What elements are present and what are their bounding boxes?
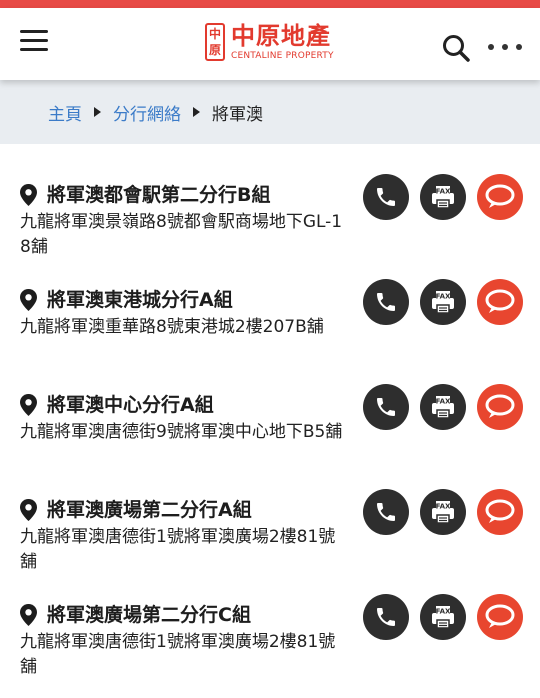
branch-address: 九龍將軍澳唐德街9號將軍澳中心地下B5舖 <box>20 422 343 442</box>
branch-item: 將軍澳都會駅第二分行B組 九龍將軍澳景嶺路8號都會駅商場地下GL-18舖 FAX <box>0 174 540 287</box>
branch-address: 九龍將軍澳唐德街1號將軍澳廣場2樓81號舖 <box>20 632 336 677</box>
branch-address: 九龍將軍澳重華路8號東港城2樓207B舖 <box>20 317 324 337</box>
app-header: 中原 中原地產 CENTALINE PROPERTY <box>0 8 540 80</box>
breadcrumb-branch-network[interactable]: 分行網絡 <box>113 100 181 125</box>
fax-icon[interactable]: FAX <box>420 174 466 220</box>
breadcrumb-home[interactable]: 主頁 <box>48 100 82 125</box>
breadcrumb-arrow-icon <box>94 107 101 117</box>
menu-icon[interactable] <box>20 30 48 54</box>
branch-name[interactable]: 將軍澳廣場第二分行C組 <box>47 602 251 628</box>
chat-icon[interactable] <box>477 594 523 640</box>
branch-name[interactable]: 將軍澳都會駅第二分行B組 <box>47 182 270 208</box>
phone-icon[interactable] <box>363 174 409 220</box>
svg-text:FAX: FAX <box>436 187 451 195</box>
logo-english-name: CENTALINE PROPERTY <box>231 51 334 61</box>
svg-text:FAX: FAX <box>436 607 451 615</box>
location-pin-icon <box>20 394 37 416</box>
chat-icon[interactable] <box>477 174 523 220</box>
top-accent-bar <box>0 0 540 8</box>
centaline-logo[interactable]: 中原 中原地產 CENTALINE PROPERTY <box>205 22 334 62</box>
fax-icon[interactable]: FAX <box>420 489 466 535</box>
fax-icon[interactable]: FAX <box>420 594 466 640</box>
phone-icon[interactable] <box>363 279 409 325</box>
branch-address: 九龍將軍澳唐德街1號將軍澳廣場2樓81號舖 <box>20 527 336 572</box>
svg-text:FAX: FAX <box>436 397 451 405</box>
branch-name[interactable]: 將軍澳東港城分行A組 <box>47 287 233 313</box>
chat-icon[interactable] <box>477 384 523 430</box>
svg-text:FAX: FAX <box>436 502 451 510</box>
logo-seal: 中原 <box>205 23 225 61</box>
breadcrumb: 主頁 分行網絡 將軍澳 <box>0 80 540 144</box>
branch-name[interactable]: 將軍澳中心分行A組 <box>47 392 214 418</box>
branch-item: 將軍澳廣場第二分行C組 九龍將軍澳唐德街1號將軍澳廣場2樓81號舖 FAX <box>0 594 540 698</box>
chat-icon[interactable] <box>477 489 523 535</box>
location-pin-icon <box>20 604 37 626</box>
branch-address: 九龍將軍澳景嶺路8號都會駅商場地下GL-18舖 <box>20 212 343 257</box>
location-pin-icon <box>20 184 37 206</box>
phone-icon[interactable] <box>363 594 409 640</box>
svg-text:FAX: FAX <box>436 292 451 300</box>
search-icon[interactable] <box>442 34 470 62</box>
logo-chinese-name: 中原地產 <box>231 22 331 50</box>
phone-icon[interactable] <box>363 489 409 535</box>
chat-icon[interactable] <box>477 279 523 325</box>
branch-item: 將軍澳廣場第二分行A組 九龍將軍澳唐德街1號將軍澳廣場2樓81號舖 FAX <box>0 489 540 602</box>
breadcrumb-current: 將軍澳 <box>212 104 263 125</box>
more-icon[interactable] <box>488 44 522 54</box>
location-pin-icon <box>20 289 37 311</box>
location-pin-icon <box>20 499 37 521</box>
fax-icon[interactable]: FAX <box>420 279 466 325</box>
branch-item: 將軍澳東港城分行A組 九龍將軍澳重華路8號東港城2樓207B舖 FAX <box>0 279 540 392</box>
branch-name[interactable]: 將軍澳廣場第二分行A組 <box>47 497 252 523</box>
branch-list: 將軍澳都會駅第二分行B組 九龍將軍澳景嶺路8號都會駅商場地下GL-18舖 FAX <box>0 144 540 698</box>
branch-item: 將軍澳中心分行A組 九龍將軍澳唐德街9號將軍澳中心地下B5舖 FAX <box>0 384 540 497</box>
phone-icon[interactable] <box>363 384 409 430</box>
breadcrumb-arrow-icon <box>193 107 200 117</box>
fax-icon[interactable]: FAX <box>420 384 466 430</box>
